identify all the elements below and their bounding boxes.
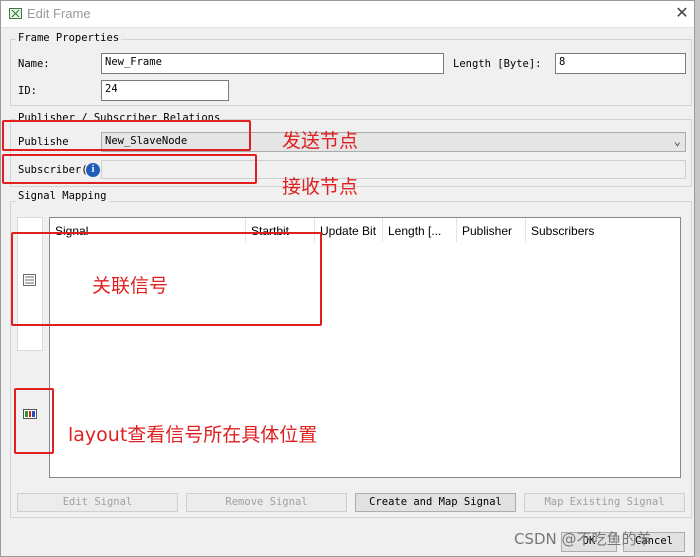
column-header-length[interactable]: Length [...	[383, 218, 457, 242]
id-field[interactable]: 24	[101, 80, 229, 101]
name-label: Name:	[18, 58, 50, 70]
length-field[interactable]: 8	[555, 53, 686, 74]
layout-annotation: layout查看信号所在具体位置	[68, 424, 318, 446]
close-icon[interactable]: ✕	[672, 3, 692, 23]
chevron-down-icon: ⌄	[673, 134, 681, 148]
column-header-subscribers[interactable]: Subscribers	[526, 218, 680, 242]
create-map-signal-button[interactable]: Create and Map Signal	[355, 493, 516, 512]
signals-annotation: 关联信号	[92, 275, 169, 297]
publisher-highlight	[2, 120, 251, 151]
layout-highlight	[14, 388, 54, 454]
length-label: Length [Byte]:	[453, 58, 542, 70]
signal-mapping-label: Signal Mapping	[16, 190, 109, 202]
frame-app-icon	[9, 8, 22, 19]
subscribe-annotation: 接收节点	[282, 176, 359, 198]
id-label: ID:	[18, 85, 37, 97]
remove-signal-button[interactable]: Remove Signal	[186, 493, 347, 512]
name-field[interactable]: New_Frame	[101, 53, 444, 74]
publish-annotation: 发送节点	[282, 130, 359, 152]
column-header-publisher[interactable]: Publisher	[457, 218, 526, 242]
map-existing-signal-button[interactable]: Map Existing Signal	[524, 493, 685, 512]
watermark: CSDN @不吃鱼的羊	[514, 530, 652, 548]
title-bar: Edit Frame ✕	[1, 1, 694, 28]
background-window	[695, 0, 700, 557]
edit-signal-button[interactable]: Edit Signal	[17, 493, 178, 512]
frame-properties-label: Frame Properties	[16, 32, 122, 44]
subscriber-highlight	[2, 154, 257, 184]
window-title: Edit Frame	[27, 6, 91, 21]
column-header-update-bit[interactable]: Update Bit	[315, 218, 383, 242]
